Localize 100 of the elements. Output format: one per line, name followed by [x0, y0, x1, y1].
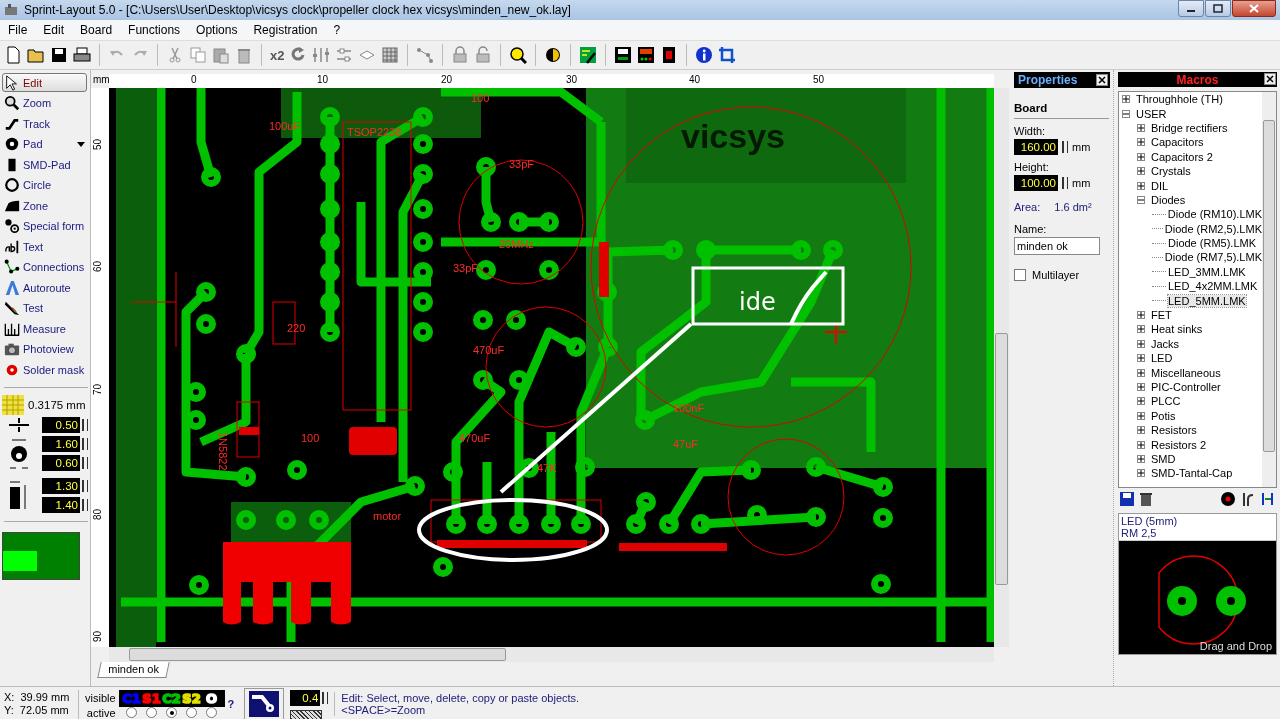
tree-item[interactable]: PLCC	[1151, 395, 1181, 408]
spin-handle[interactable]	[82, 499, 88, 511]
smd-size-field[interactable]: 1.40	[42, 497, 80, 513]
align-icon[interactable]	[335, 46, 354, 64]
tool-button[interactable]: Pad	[2, 134, 87, 154]
spin-handle[interactable]	[1062, 141, 1068, 153]
pad[interactable]	[201, 167, 221, 187]
tool-button[interactable]: Track	[2, 114, 87, 133]
pad[interactable]	[626, 514, 646, 534]
tool-button[interactable]: Text	[2, 237, 87, 256]
layer-toggle[interactable]: O	[206, 691, 218, 705]
pad[interactable]	[806, 507, 826, 527]
menu-item[interactable]: Board	[72, 23, 121, 37]
tree-item[interactable]: Miscellaneous	[1151, 366, 1221, 379]
layer-radio[interactable]	[166, 707, 178, 718]
menu-item[interactable]: Edit	[35, 23, 73, 37]
mirror-icon[interactable]	[312, 46, 331, 64]
help-link[interactable]: ?	[227, 698, 235, 710]
save-icon[interactable]	[1120, 492, 1134, 506]
menu-item[interactable]: File	[0, 23, 36, 37]
heatsink-pad[interactable]	[223, 542, 351, 625]
tree-item[interactable]: Bridge rectifiers	[1151, 121, 1228, 134]
expand-toggle[interactable]	[1137, 440, 1145, 449]
tool-button[interactable]: Solder mask	[2, 360, 87, 379]
tree-item[interactable]: Heat sinks	[1151, 323, 1203, 336]
layer-radio[interactable]	[186, 707, 198, 718]
name-field[interactable]: minden ok	[1014, 237, 1100, 255]
nodes-icon[interactable]	[416, 46, 435, 64]
pad[interactable]	[413, 292, 433, 312]
pad[interactable]	[443, 462, 463, 482]
pad[interactable]	[236, 467, 256, 487]
pad[interactable]	[320, 134, 340, 154]
layer-radio[interactable]	[126, 707, 138, 718]
board-wrench-icon[interactable]	[579, 46, 598, 64]
grid-icon[interactable]	[381, 46, 400, 64]
tool-button[interactable]: Circle	[2, 175, 87, 195]
tree-item[interactable]: Jacks	[1151, 337, 1180, 350]
pad[interactable]	[413, 322, 433, 342]
tree-item[interactable]: FET	[1151, 309, 1172, 322]
menu-item[interactable]: ?	[325, 23, 349, 37]
pad-size-field[interactable]: 1.60	[42, 436, 80, 452]
tool-button[interactable]: Connections	[2, 257, 87, 277]
close-button[interactable]	[1232, 0, 1276, 17]
expand-toggle[interactable]	[1137, 181, 1145, 190]
pad[interactable]	[539, 212, 559, 232]
pad[interactable]	[236, 344, 256, 364]
grid-size[interactable]: 0.3175 mm	[28, 398, 86, 411]
expand-toggle[interactable]	[1137, 138, 1145, 147]
tree-item[interactable]: LED_4x2MM.LMK	[1168, 280, 1258, 293]
save-icon[interactable]	[50, 46, 68, 64]
pad[interactable]	[413, 232, 433, 252]
tree-item[interactable]: Resistors	[1151, 424, 1197, 437]
padlock-icon[interactable]	[451, 46, 470, 64]
pad[interactable]	[509, 212, 529, 232]
tool-button[interactable]: Measure	[2, 319, 87, 338]
pad[interactable]	[473, 370, 493, 390]
pad[interactable]	[320, 322, 340, 342]
pad[interactable]	[481, 212, 501, 232]
pad-size-field[interactable]: 0.60	[42, 455, 80, 471]
expand-toggle[interactable]	[1137, 339, 1145, 348]
tree-item[interactable]: Diode (RM5).LMK	[1168, 237, 1257, 250]
multiply-label[interactable]: x2	[270, 47, 285, 63]
expand-toggle[interactable]	[1137, 123, 1145, 132]
tool-button[interactable]: SMD-Pad	[2, 155, 87, 174]
spin-handle[interactable]	[82, 438, 88, 450]
spin-handle[interactable]	[82, 480, 88, 492]
pad[interactable]	[509, 370, 529, 390]
tool-button[interactable]: Edit	[2, 73, 87, 92]
menu-item[interactable]: Registration	[245, 23, 326, 37]
expand-toggle[interactable]	[1137, 469, 1145, 478]
dropdown-arrow-icon[interactable]	[77, 141, 85, 147]
horizontal-scrollbar[interactable]	[109, 647, 994, 662]
pad[interactable]	[539, 260, 559, 280]
spin-handle[interactable]	[82, 419, 88, 431]
pad[interactable]	[806, 457, 826, 477]
tool-button[interactable]: Zone	[2, 196, 87, 215]
tool-button[interactable]: Special form	[2, 216, 87, 236]
tree-item[interactable]: LED	[1151, 352, 1173, 365]
tree-item[interactable]: Capacitors 2	[1151, 150, 1213, 163]
unlocked-padlock-icon[interactable]	[474, 46, 493, 64]
pad[interactable]	[413, 164, 433, 184]
layer-toggle[interactable]: S2	[182, 691, 201, 705]
pad[interactable]	[405, 476, 425, 496]
tree-item[interactable]: Diode (RM7,5).LMK	[1164, 251, 1262, 264]
pad[interactable]	[476, 157, 496, 177]
expand-toggle[interactable]	[1137, 411, 1145, 420]
expand-toggle[interactable]	[1137, 354, 1145, 363]
tool-button[interactable]: Test	[2, 298, 87, 318]
expand-toggle[interactable]	[1137, 454, 1145, 463]
menu-item[interactable]: Options	[188, 23, 246, 37]
maximize-button[interactable]	[1205, 0, 1231, 17]
trash-icon[interactable]	[1140, 492, 1152, 506]
tree-item[interactable]: Crystals	[1151, 165, 1191, 178]
spin-handle[interactable]	[1062, 177, 1068, 189]
value-field[interactable]: 0.4	[290, 690, 321, 706]
expand-toggle[interactable]	[1137, 383, 1145, 391]
tree-item[interactable]: Throughhole (TH)	[1136, 93, 1223, 106]
smd-size-field[interactable]: 1.30	[42, 478, 80, 494]
layer-radio[interactable]	[146, 707, 158, 718]
pad[interactable]	[189, 575, 209, 595]
